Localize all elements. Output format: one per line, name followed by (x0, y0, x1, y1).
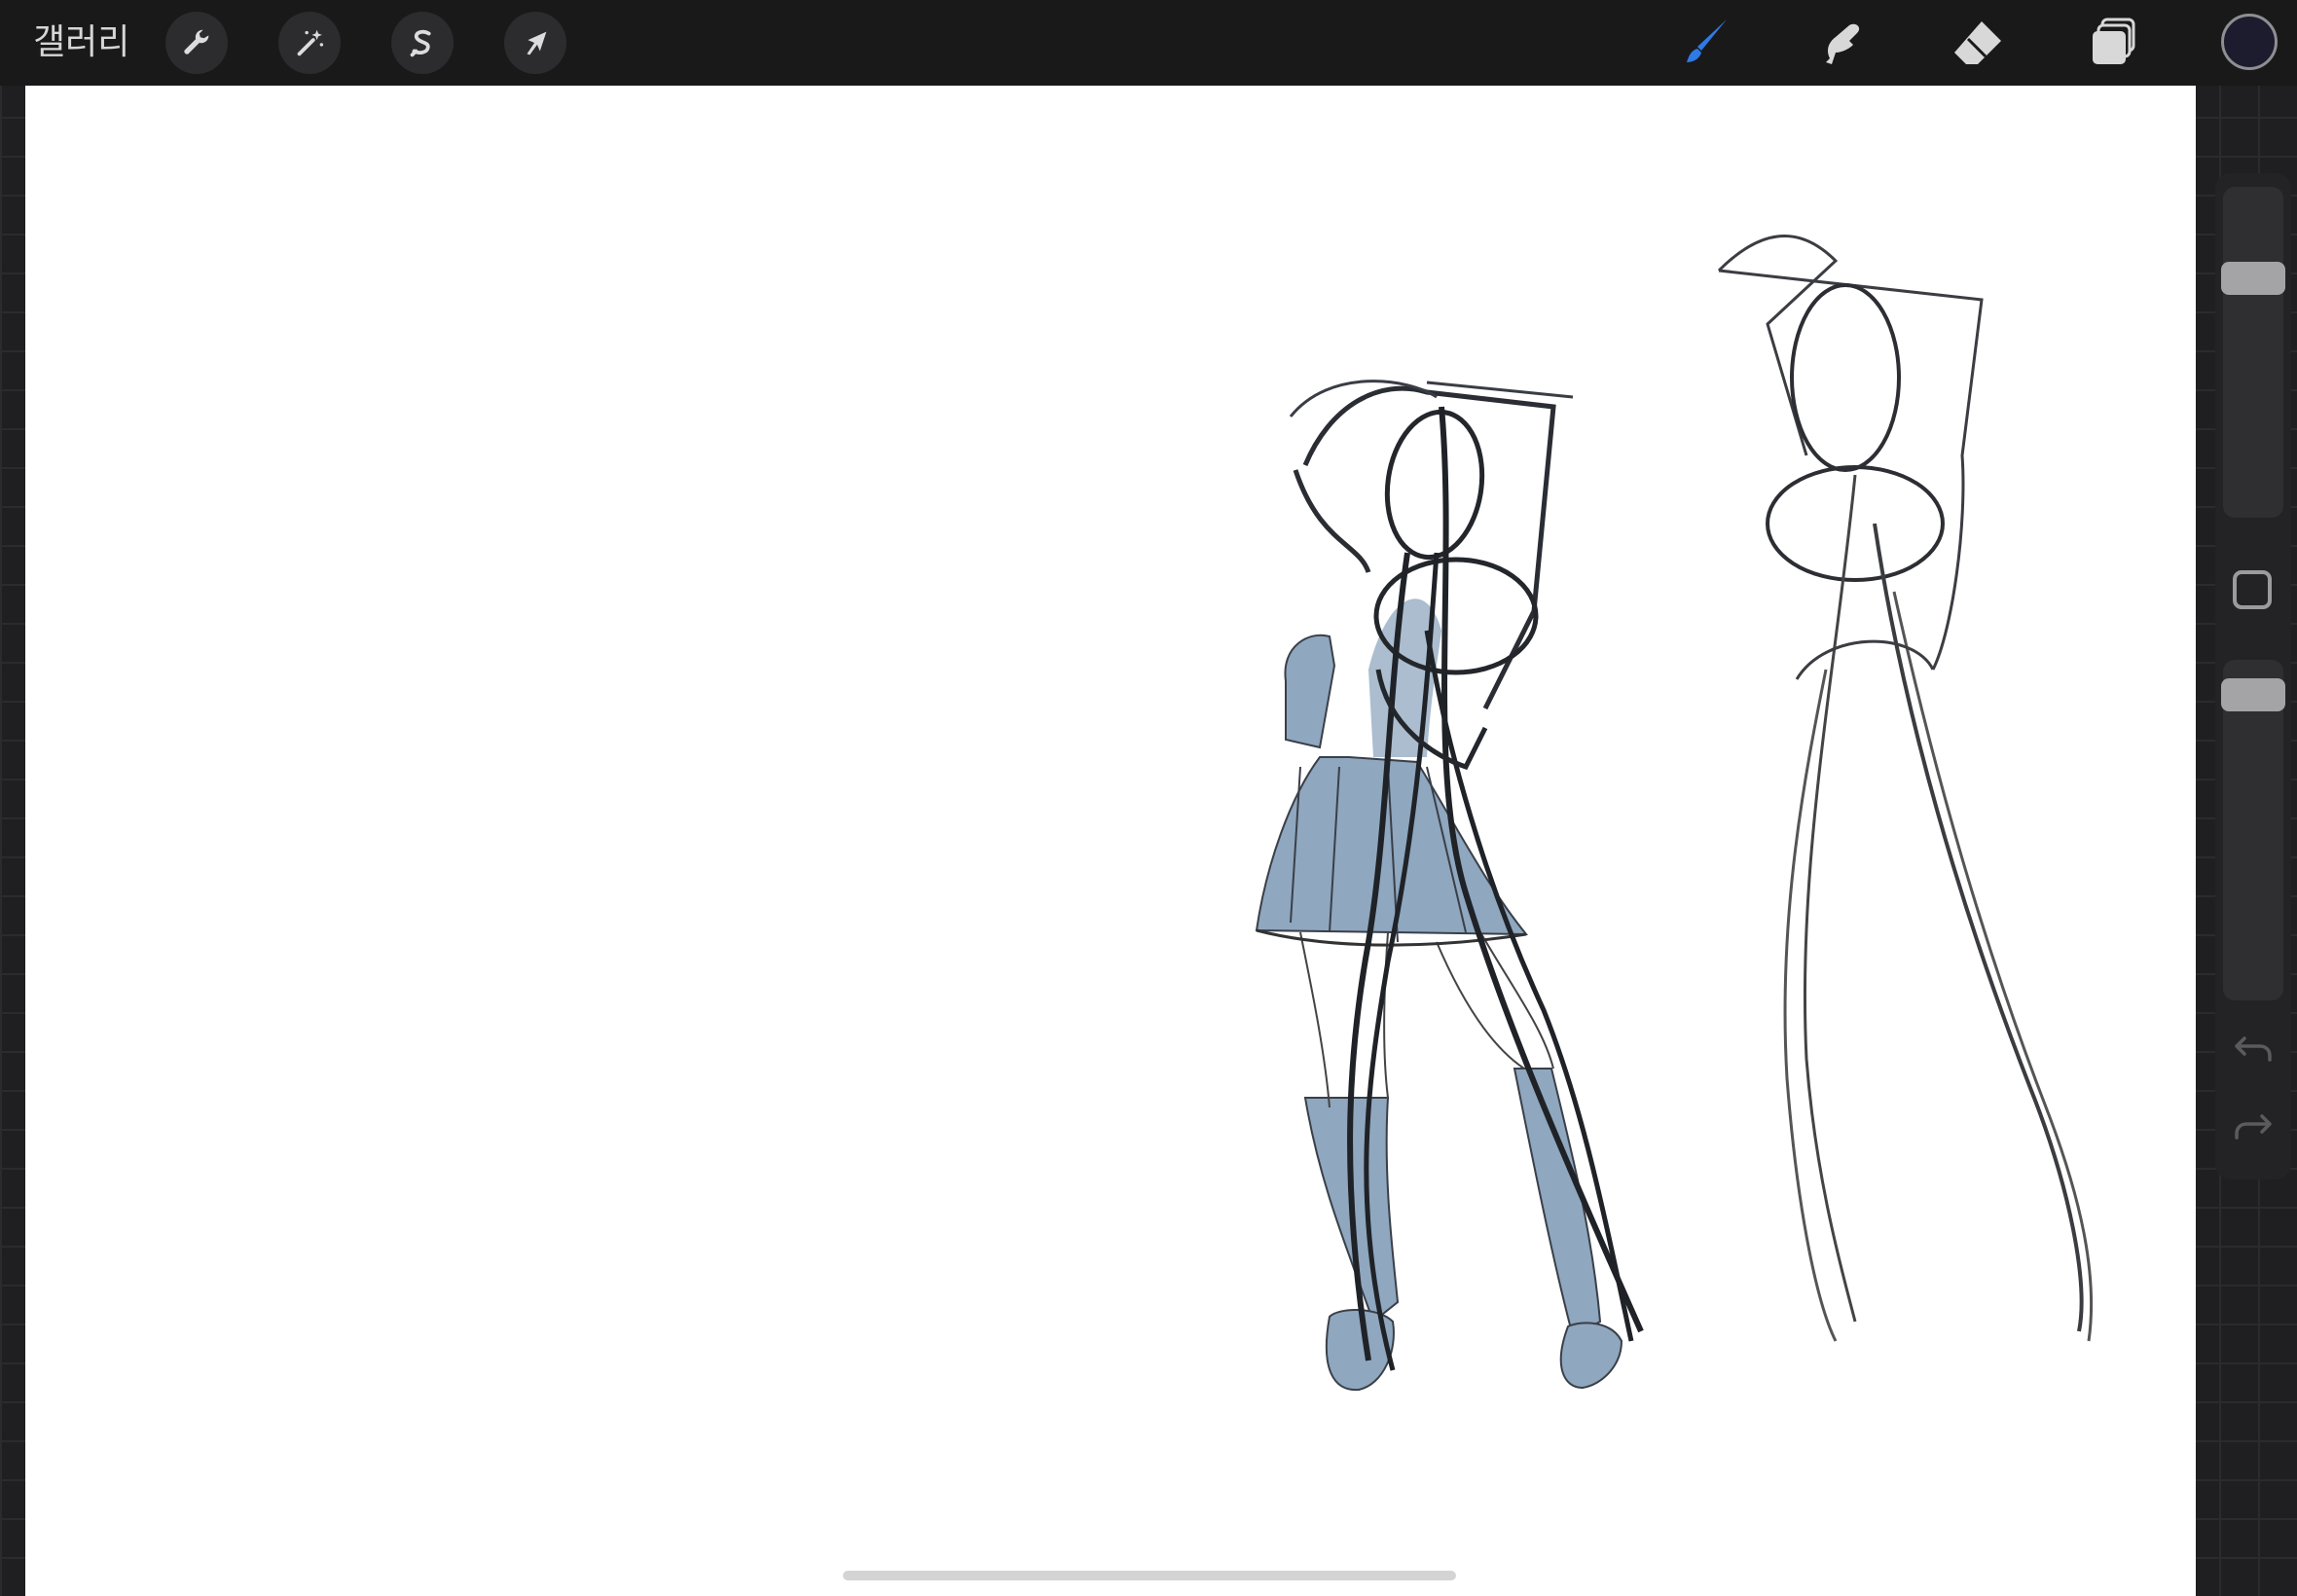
selection-button[interactable] (391, 12, 454, 74)
gallery-button[interactable]: 갤러리 (33, 19, 129, 66)
eraser-tool-button[interactable] (1947, 12, 2009, 74)
opacity-thumb[interactable] (2221, 678, 2285, 711)
magic-wand-icon (297, 29, 324, 56)
drawing-canvas[interactable] (25, 86, 2196, 1596)
selection-s-icon (410, 29, 431, 57)
transform-button[interactable] (504, 12, 566, 74)
color-picker-swatch[interactable] (2221, 14, 2278, 70)
adjustments-button[interactable] (278, 12, 341, 74)
sketch-artwork (1255, 235, 2094, 1392)
eraser-icon (1954, 21, 2001, 64)
layers-tool-button[interactable] (2083, 12, 2145, 74)
smudge-finger-icon (1826, 23, 1860, 64)
brush-icon (1687, 19, 1727, 62)
opacity-slider[interactable] (2221, 660, 2285, 1000)
smudge-tool-button[interactable] (1810, 12, 1873, 74)
modify-button[interactable] (2233, 570, 2272, 609)
top-toolbar: 갤러리 (0, 0, 2297, 86)
layers-icon (2093, 18, 2135, 64)
brush-size-slider[interactable] (2221, 187, 2285, 518)
redo-arrow-icon[interactable] (2229, 1103, 2278, 1151)
brush-size-thumb[interactable] (2221, 262, 2285, 295)
shaded-figure-sketch (1255, 380, 1644, 1392)
procreate-app: 갤러리 (0, 0, 2297, 1596)
gesture-figure-sketch (1717, 235, 2094, 1342)
wrench-icon (184, 29, 209, 54)
home-indicator (843, 1571, 1456, 1580)
arrow-cursor-icon (527, 31, 547, 55)
sidebar (2215, 173, 2291, 1179)
undo-arrow-icon[interactable] (2229, 1023, 2278, 1071)
actions-button[interactable] (165, 12, 228, 74)
brush-tool-button[interactable] (1674, 12, 1736, 74)
